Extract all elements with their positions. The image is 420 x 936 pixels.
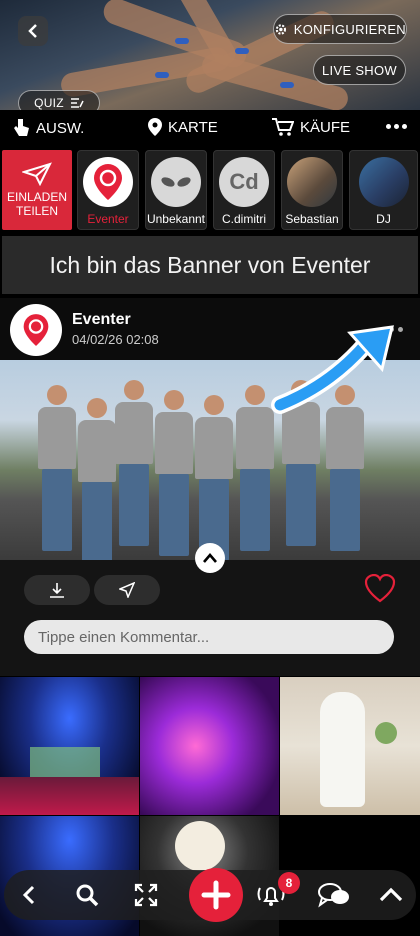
invite-label: EINLADEN (6, 190, 68, 204)
eventer-logo-icon (94, 164, 122, 200)
story-name: DJ (376, 212, 391, 226)
configure-label: KONFIGURIEREN (293, 21, 406, 37)
story-unknown[interactable]: Unbekannt (145, 150, 207, 230)
gear-icon (275, 23, 287, 35)
avatar-initials: Cd (229, 169, 259, 194)
share-button[interactable] (94, 575, 160, 605)
notification-badge: 8 (278, 872, 300, 894)
search-icon (76, 884, 99, 907)
like-heart-icon[interactable] (364, 574, 396, 604)
live-show-button[interactable]: LIVE SHOW (313, 55, 406, 85)
photo-person (115, 380, 153, 546)
photo-person (38, 385, 76, 551)
expand-icon (134, 883, 158, 907)
purchases-label: KÄUFE (300, 118, 351, 136)
paper-plane-icon (22, 162, 52, 186)
invite-share-button[interactable]: EINLADEN TEILEN (2, 150, 72, 230)
chevron-up-icon (379, 887, 403, 902)
search-button[interactable] (72, 880, 102, 910)
post-author-avatar[interactable] (10, 304, 62, 356)
eventer-logo-icon (23, 314, 49, 346)
avatar (83, 157, 133, 207)
avatar: Cd (219, 157, 269, 207)
back-button[interactable] (18, 16, 48, 46)
story-name: Sebastian (285, 212, 339, 226)
select-label: AUSW. (36, 119, 85, 137)
story-cdimitri[interactable]: Cd C.dimitri (213, 150, 275, 230)
story-dj[interactable]: DJ (349, 150, 418, 230)
avatar (358, 157, 409, 207)
nav-back-button[interactable] (14, 880, 44, 910)
event-banner[interactable]: Ich bin das Banner von Eventer (2, 236, 418, 294)
download-icon (50, 583, 64, 598)
avatar (287, 157, 337, 207)
story-sebastian[interactable]: Sebastian (281, 150, 343, 230)
map-label: KARTE (168, 118, 218, 136)
share-label: TEILEN (15, 204, 58, 218)
photo-person (78, 398, 116, 560)
purchases-menu-item[interactable]: KÄUFE (272, 118, 350, 136)
send-icon (119, 582, 135, 598)
stories-row: EINLADEN TEILEN Eventer Unbekannt Cd C.d… (0, 148, 420, 232)
fullscreen-button[interactable] (131, 880, 161, 910)
cart-icon (272, 118, 294, 136)
edit-icon (70, 98, 84, 108)
download-button[interactable] (24, 575, 90, 605)
chat-bubbles-icon (318, 883, 349, 908)
photo-person (236, 385, 274, 551)
pointer-arrow-icon (271, 325, 394, 414)
quiz-label: QUIZ (34, 96, 64, 110)
comment-input[interactable]: Tippe einen Kommentar... (24, 620, 394, 654)
photo-person (195, 395, 233, 560)
chevron-left-icon (28, 24, 37, 38)
scroll-top-button[interactable] (376, 880, 406, 910)
configure-button[interactable]: KONFIGURIEREN (273, 14, 407, 44)
more-menu-button[interactable] (386, 124, 407, 129)
avatar (151, 157, 201, 207)
story-name: Eventer (87, 212, 129, 226)
chevron-left-icon (22, 885, 35, 905)
map-pin-icon (148, 118, 162, 136)
banner-text: Ich bin das Banner von Eventer (49, 251, 371, 278)
select-menu-item[interactable]: AUSW. (12, 118, 84, 138)
grid-tile[interactable] (0, 677, 139, 815)
photo-person (155, 390, 193, 556)
hand-pointer-icon (14, 119, 29, 136)
story-eventer[interactable]: Eventer (77, 150, 139, 230)
post-date: 04/02/26 02:08 (72, 332, 159, 347)
bottom-navigation-bar: 8 (4, 868, 416, 922)
top-menu: AUSW. KARTE KÄUFE (0, 110, 420, 146)
add-post-button[interactable] (189, 868, 243, 922)
grid-tile[interactable] (280, 677, 420, 815)
story-name: C.dimitri (222, 212, 266, 226)
comment-placeholder: Tippe einen Kommentar... (38, 628, 210, 646)
chat-button[interactable] (316, 880, 352, 910)
post-actions: Tippe einen Kommentar... (0, 560, 420, 676)
alien-icon (161, 177, 191, 187)
grid-tile[interactable] (140, 677, 279, 815)
chevron-up-icon (203, 553, 217, 563)
collapse-button[interactable] (195, 543, 225, 573)
post-author-name[interactable]: Eventer (72, 311, 131, 329)
notification-count: 8 (285, 876, 293, 890)
story-name: Unbekannt (146, 212, 206, 226)
more-dots-icon (386, 124, 391, 129)
map-menu-item[interactable]: KARTE (148, 118, 218, 136)
plus-icon (201, 880, 231, 910)
live-show-label: LIVE SHOW (322, 62, 397, 78)
